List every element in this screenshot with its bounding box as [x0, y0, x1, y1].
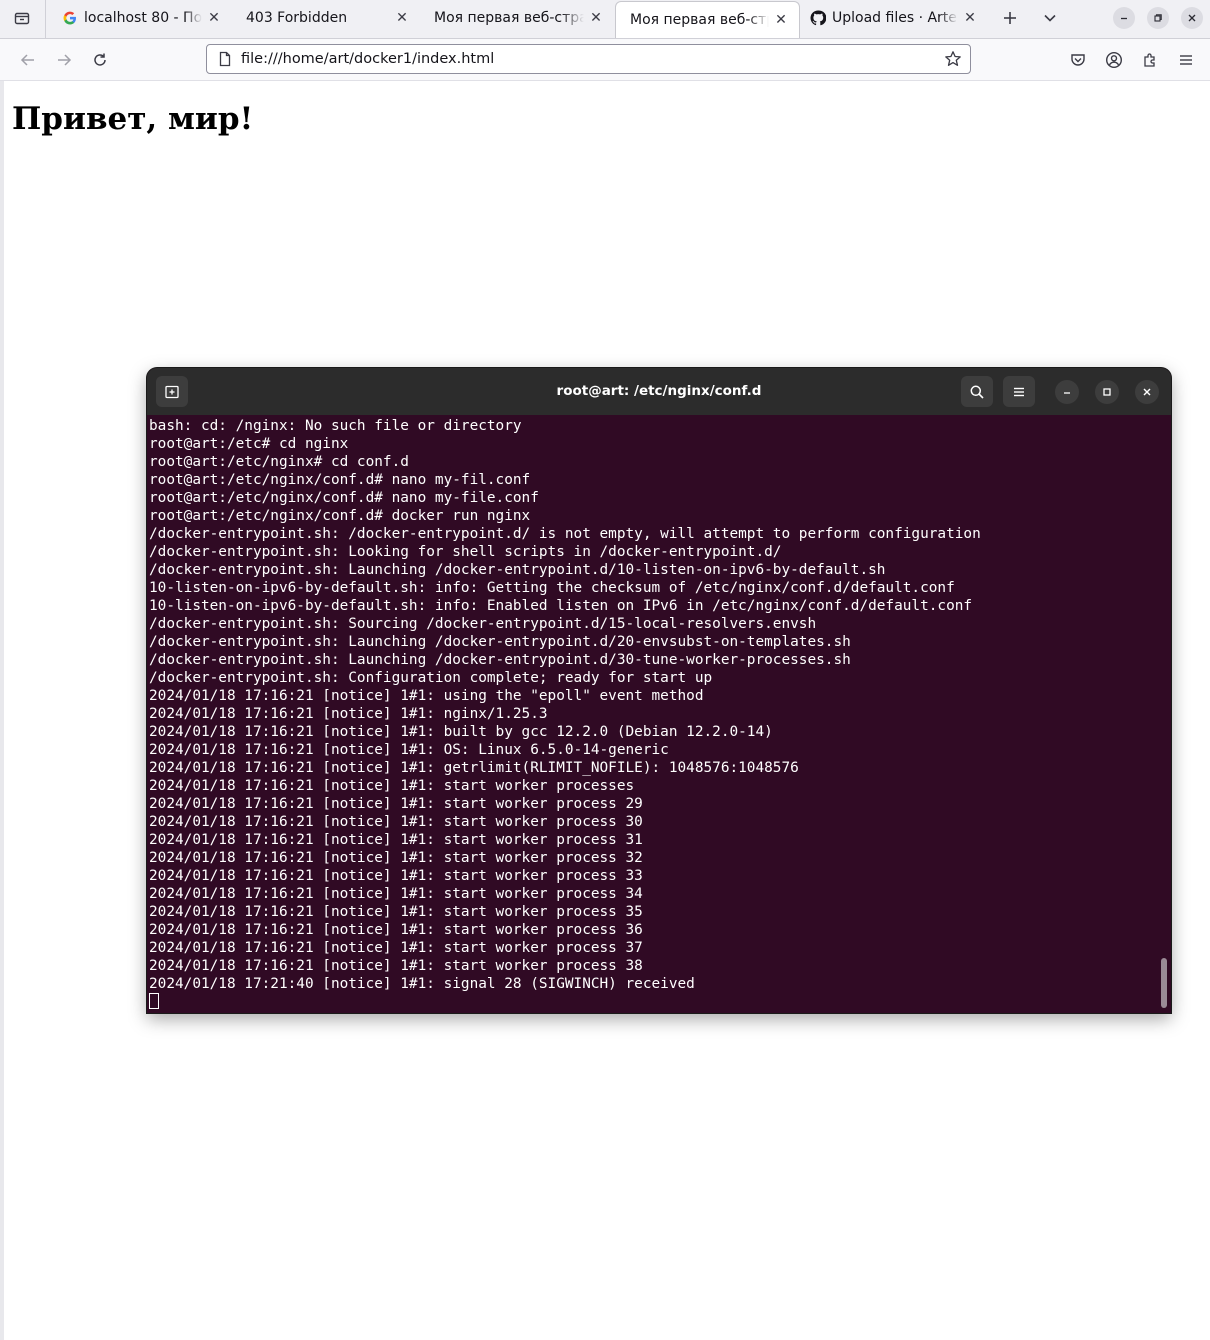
- close-icon: [1188, 14, 1196, 22]
- tab-close-icon[interactable]: ✕: [588, 10, 604, 26]
- terminal-scrollbar[interactable]: [1161, 958, 1167, 1008]
- terminal-line: 2024/01/18 17:16:21 [notice] 1#1: built …: [149, 724, 773, 740]
- terminal-line: /docker-entrypoint.sh: Launching /docker…: [149, 562, 886, 578]
- terminal-line: root@art:/etc/nginx/conf.d# nano my-file…: [149, 490, 539, 506]
- terminal-line: /docker-entrypoint.sh: Launching /docker…: [149, 652, 851, 668]
- hamburger-menu-icon: [1180, 55, 1192, 65]
- terminal-line: 2024/01/18 17:16:21 [notice] 1#1: start …: [149, 904, 643, 920]
- terminal-line: bash: cd: /nginx: No such file or direct…: [149, 418, 522, 434]
- account-icon: [1105, 51, 1123, 69]
- maximize-icon: [1103, 388, 1111, 396]
- minimize-icon: [1064, 392, 1070, 394]
- navigation-toolbar: file:///home/art/docker1/index.html: [0, 39, 1210, 81]
- hamburger-menu-icon: [1014, 387, 1024, 396]
- tab-close-icon[interactable]: ✕: [394, 10, 410, 26]
- window-minimize-button[interactable]: [1113, 7, 1135, 29]
- account-button[interactable]: [1100, 46, 1128, 74]
- page-heading: Привет, мир!: [12, 101, 254, 137]
- tab-google-search[interactable]: localhost 80 - Поиск в Google ✕: [48, 0, 232, 36]
- tab-title: localhost 80 - Поиск в Google: [84, 10, 202, 26]
- tab-403-forbidden[interactable]: 403 Forbidden ✕: [232, 0, 420, 36]
- firefox-view-icon: [14, 12, 30, 25]
- tab-close-icon[interactable]: ✕: [962, 10, 978, 26]
- pocket-button[interactable]: [1064, 46, 1092, 74]
- terminal-line: 2024/01/18 17:21:40 [notice] 1#1: signal…: [149, 976, 695, 992]
- close-icon: [1143, 388, 1151, 396]
- terminal-line: /docker-entrypoint.sh: /docker-entrypoin…: [149, 526, 981, 542]
- terminal-minimize-button[interactable]: [1055, 380, 1079, 404]
- extensions-button[interactable]: [1136, 46, 1164, 74]
- page-icon: [219, 51, 231, 67]
- terminal-line: /docker-entrypoint.sh: Configuration com…: [149, 670, 713, 686]
- terminal-header-bar[interactable]: root@art: /etc/nginx/conf.d: [147, 368, 1171, 415]
- back-button[interactable]: [14, 46, 42, 74]
- terminal-line: /docker-entrypoint.sh: Sourcing /docker-…: [149, 616, 817, 632]
- tab-close-icon[interactable]: ✕: [773, 12, 789, 28]
- terminal-window[interactable]: root@art: /etc/nginx/conf.d bash: cd: /n…: [147, 368, 1171, 1013]
- tab-first-web-page-active[interactable]: Моя первая веб-страница ✕: [615, 1, 800, 38]
- terminal-line: 2024/01/18 17:16:21 [notice] 1#1: start …: [149, 778, 635, 794]
- tab-title: Upload files · ArtemGitHub: [832, 10, 958, 26]
- terminal-line: 2024/01/18 17:16:21 [notice] 1#1: start …: [149, 958, 643, 974]
- terminal-prompt-line[interactable]: [149, 993, 1159, 1011]
- terminal-maximize-button[interactable]: [1095, 380, 1119, 404]
- arrow-left-icon: [20, 54, 34, 66]
- terminal-line: root@art:/etc/nginx/conf.d# docker run n…: [149, 508, 531, 524]
- app-menu-button[interactable]: [1172, 46, 1200, 74]
- terminal-line: /docker-entrypoint.sh: Looking for shell…: [149, 544, 782, 560]
- arrow-right-icon: [58, 54, 72, 66]
- tab-first-web-page[interactable]: Моя первая веб-страница ✕: [420, 0, 614, 36]
- bookmark-star-icon[interactable]: [944, 50, 962, 68]
- tab-title: Моя первая веб-страница: [434, 10, 584, 26]
- reload-icon: [94, 53, 106, 66]
- terminal-line: 2024/01/18 17:16:21 [notice] 1#1: nginx/…: [149, 706, 548, 722]
- terminal-line: 2024/01/18 17:16:21 [notice] 1#1: OS: Li…: [149, 742, 669, 758]
- terminal-line: 2024/01/18 17:16:21 [notice] 1#1: getrli…: [149, 760, 799, 776]
- terminal-line: root@art:/etc/nginx# cd conf.d: [149, 454, 409, 470]
- terminal-line: 2024/01/18 17:16:21 [notice] 1#1: start …: [149, 886, 643, 902]
- terminal-line: 10-listen-on-ipv6-by-default.sh: info: E…: [149, 598, 973, 614]
- window-close-button[interactable]: [1181, 7, 1203, 29]
- tab-title: 403 Forbidden: [246, 10, 348, 26]
- tab-title: Моя первая веб-страница: [630, 12, 769, 28]
- tab-github-upload[interactable]: Upload files · ArtemGitHub ✕: [800, 0, 988, 36]
- google-icon: [62, 10, 78, 26]
- terminal-line: 2024/01/18 17:16:21 [notice] 1#1: start …: [149, 814, 643, 830]
- terminal-line: 2024/01/18 17:16:21 [notice] 1#1: start …: [149, 868, 643, 884]
- terminal-close-button[interactable]: [1135, 380, 1159, 404]
- list-all-tabs-button[interactable]: [1036, 4, 1064, 32]
- terminal-line: 2024/01/18 17:16:21 [notice] 1#1: start …: [149, 850, 643, 866]
- terminal-line: 2024/01/18 17:16:21 [notice] 1#1: start …: [149, 796, 643, 812]
- restore-icon: [1154, 14, 1162, 22]
- forward-button[interactable]: [50, 46, 78, 74]
- terminal-line: 10-listen-on-ipv6-by-default.sh: info: G…: [149, 580, 955, 596]
- plus-icon: [1004, 12, 1016, 24]
- terminal-line: /docker-entrypoint.sh: Launching /docker…: [149, 634, 851, 650]
- terminal-line: root@art:/etc# cd nginx: [149, 436, 349, 452]
- new-tab-button[interactable]: [996, 4, 1024, 32]
- firefox-view-button[interactable]: [6, 4, 38, 32]
- browser-tab-bar: localhost 80 - Поиск в Google ✕ 403 Forb…: [0, 0, 1210, 39]
- terminal-menu-button[interactable]: [1003, 376, 1035, 407]
- github-icon: [810, 10, 826, 26]
- url-text: file:///home/art/docker1/index.html: [241, 51, 495, 67]
- terminal-line: 2024/01/18 17:16:21 [notice] 1#1: start …: [149, 940, 643, 956]
- pocket-icon: [1071, 54, 1085, 66]
- terminal-line: 2024/01/18 17:16:21 [notice] 1#1: start …: [149, 832, 643, 848]
- window-restore-button[interactable]: [1147, 7, 1169, 29]
- chevron-down-icon: [1044, 14, 1056, 22]
- terminal-line: 2024/01/18 17:16:21 [notice] 1#1: using …: [149, 688, 704, 704]
- search-icon: [970, 385, 984, 399]
- tab-separator: [45, 0, 46, 38]
- terminal-line: root@art:/etc/nginx/conf.d# nano my-fil.…: [149, 472, 531, 488]
- terminal-cursor: [149, 993, 159, 1009]
- address-bar[interactable]: file:///home/art/docker1/index.html: [206, 44, 971, 74]
- reload-button[interactable]: [86, 46, 114, 74]
- tab-close-icon[interactable]: ✕: [206, 10, 222, 26]
- terminal-search-button[interactable]: [961, 376, 993, 407]
- terminal-line: 2024/01/18 17:16:21 [notice] 1#1: start …: [149, 922, 643, 938]
- puzzle-icon: [1144, 53, 1155, 67]
- terminal-output[interactable]: bash: cd: /nginx: No such file or direct…: [149, 417, 1159, 1013]
- minimize-icon: [1121, 17, 1127, 20]
